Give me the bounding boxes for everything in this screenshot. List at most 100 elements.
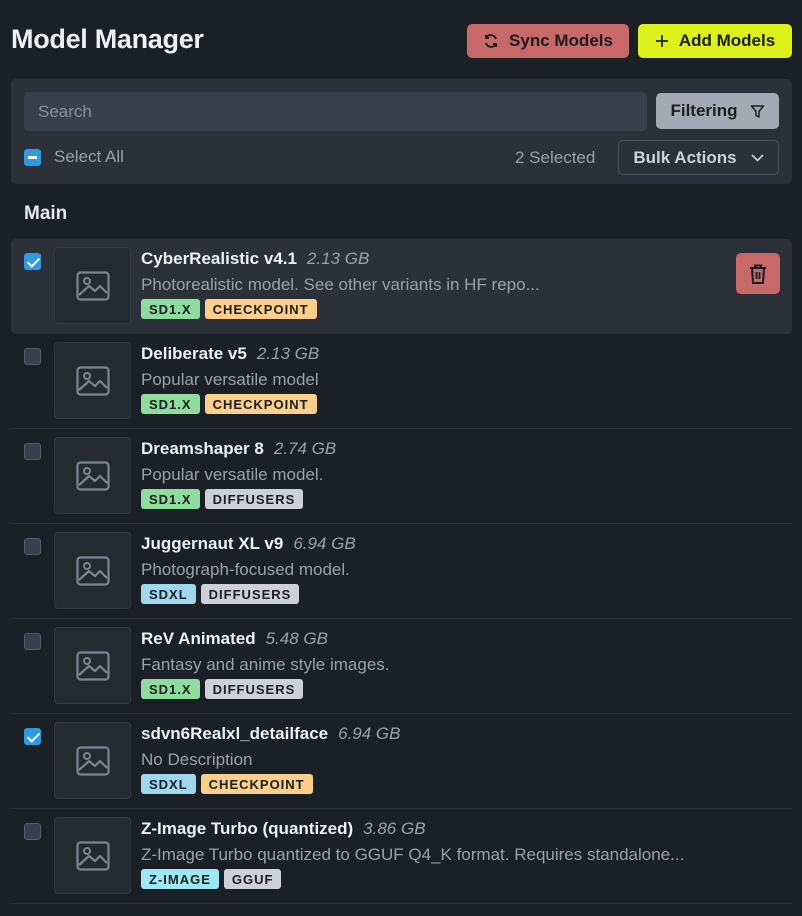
- model-name-line: Dreamshaper 8 2.74 GB: [141, 439, 741, 461]
- model-checkbox[interactable]: [24, 823, 41, 840]
- select-all-label: Select All: [54, 147, 124, 166]
- model-size: 6.94 GB: [293, 534, 356, 553]
- model-tag: CHECKPOINT: [200, 774, 313, 794]
- model-checkbox[interactable]: [24, 443, 41, 460]
- model-name-line: sdvn6Realxl_detailface 6.94 GB: [141, 724, 741, 746]
- model-tag: GGUF: [223, 869, 282, 889]
- model-checkbox[interactable]: [24, 348, 41, 365]
- model-thumbnail: [54, 627, 131, 704]
- model-size: 3.86 GB: [363, 819, 426, 838]
- bulk-actions-dropdown[interactable]: Bulk Actions: [618, 140, 779, 175]
- model-size: 2.13 GB: [256, 344, 320, 363]
- model-description: No Description: [141, 750, 253, 769]
- chevron-down-icon: [751, 153, 764, 162]
- model-tags: SD1.X DIFFUSERS: [141, 489, 741, 509]
- model-tag: SD1.X: [141, 394, 200, 414]
- model-name-line: Juggernaut XL v9 6.94 GB: [141, 534, 741, 556]
- model-row[interactable]: Dreamshaper 8 2.74 GB Popular versatile mo…: [11, 429, 792, 524]
- model-name: Z-Image Turbo (quantized): [141, 819, 354, 838]
- model-row[interactable]: CyberRealistic v4.1 2.13 GB Photorealistic…: [11, 239, 792, 334]
- model-size: 5.48 GB: [265, 629, 328, 648]
- model-row[interactable]: Juggernaut XL v9 6.94 GB Photograph-focuse…: [11, 524, 792, 619]
- model-size: 2.13 GB: [306, 249, 370, 268]
- model-tag: DIFFUSERS: [204, 489, 304, 509]
- section-title: Main: [24, 203, 68, 224]
- model-tags: SDXL DIFFUSERS: [141, 584, 741, 604]
- model-info: sdvn6Realxl_detailface 6.94 GB No Descript…: [141, 724, 741, 794]
- model-tag: Z-IMAGE: [141, 869, 219, 889]
- image-placeholder-icon: [75, 460, 110, 491]
- model-tag: CHECKPOINT: [204, 299, 317, 319]
- model-tag: DIFFUSERS: [200, 584, 300, 604]
- add-label: Add Models: [678, 31, 776, 50]
- model-name: ReV Animated: [141, 629, 256, 648]
- model-size: 2.74 GB: [273, 439, 337, 458]
- model-checkbox[interactable]: [24, 633, 41, 650]
- delete-model-button[interactable]: [736, 253, 780, 294]
- model-name: Juggernaut XL v9: [141, 534, 284, 553]
- model-description: Photograph-focused model.: [141, 560, 350, 579]
- model-name: Dreamshaper 8: [141, 439, 264, 458]
- model-tags: Z-IMAGE GGUF: [141, 869, 741, 889]
- filtering-label: Filtering: [670, 101, 738, 120]
- model-thumbnail: [54, 247, 131, 324]
- model-description: Popular versatile model: [141, 370, 319, 389]
- trash-icon: [750, 264, 766, 284]
- model-list: CyberRealistic v4.1 2.13 GB Photorealistic…: [11, 239, 792, 904]
- model-row[interactable]: ReV Animated 5.48 GB Fantasy and anime sty…: [11, 619, 792, 714]
- model-name-line: Z-Image Turbo (quantized) 3.86 GB: [141, 819, 741, 841]
- add-models-button[interactable]: Add Models: [638, 24, 792, 58]
- model-thumbnail: [54, 532, 131, 609]
- image-placeholder-icon: [75, 270, 110, 301]
- model-name: CyberRealistic v4.1: [141, 249, 297, 268]
- model-thumbnail: [54, 817, 131, 894]
- model-description: Fantasy and anime style images.: [141, 655, 390, 674]
- sync-models-button[interactable]: Sync Models: [467, 24, 629, 58]
- model-tag: SD1.X: [141, 679, 200, 699]
- sync-label: Sync Models: [509, 31, 613, 50]
- bulk-actions-label: Bulk Actions: [633, 147, 737, 167]
- model-info: Juggernaut XL v9 6.94 GB Photograph-focuse…: [141, 534, 741, 604]
- model-info: Dreamshaper 8 2.74 GB Popular versatile mo…: [141, 439, 741, 509]
- select-all[interactable]: Select All: [24, 147, 124, 167]
- model-name-line: ReV Animated 5.48 GB: [141, 629, 741, 651]
- model-thumbnail: [54, 722, 131, 799]
- image-placeholder-icon: [75, 365, 110, 396]
- model-row[interactable]: Deliberate v5 2.13 GB Popular versatile mo…: [11, 334, 792, 429]
- filtering-button[interactable]: Filtering: [656, 93, 779, 129]
- model-tag: SD1.X: [141, 489, 200, 509]
- model-checkbox[interactable]: [24, 538, 41, 555]
- select-all-checkbox[interactable]: [24, 148, 41, 166]
- model-row[interactable]: Z-Image Turbo (quantized) 3.86 GB Z-Image …: [11, 809, 792, 904]
- model-thumbnail: [54, 342, 131, 419]
- model-description: Z-Image Turbo quantized to GGUF Q4_K for…: [141, 845, 685, 864]
- model-description: Photorealistic model. See other variants…: [141, 275, 540, 294]
- toolbar: Filtering Select All 2 Selected Bulk Act…: [11, 79, 792, 184]
- plus-icon: [655, 35, 668, 47]
- model-name-line: Deliberate v5 2.13 GB: [141, 344, 741, 366]
- image-placeholder-icon: [75, 745, 110, 776]
- model-size: 6.94 GB: [338, 724, 401, 743]
- search-input[interactable]: [24, 92, 647, 131]
- model-checkbox[interactable]: [24, 253, 41, 270]
- model-info: Z-Image Turbo (quantized) 3.86 GB Z-Image …: [141, 819, 741, 889]
- model-info: Deliberate v5 2.13 GB Popular versatile mo…: [141, 344, 741, 414]
- model-description: Popular versatile model.: [141, 465, 324, 484]
- page-title: Model Manager: [11, 24, 204, 54]
- model-name: Deliberate v5: [141, 344, 247, 363]
- selected-count: 2 Selected: [515, 148, 596, 167]
- image-placeholder-icon: [75, 555, 110, 586]
- model-tags: SD1.X CHECKPOINT: [141, 299, 741, 319]
- image-placeholder-icon: [75, 650, 110, 681]
- model-thumbnail: [54, 437, 131, 514]
- model-info: CyberRealistic v4.1 2.13 GB Photorealistic…: [141, 249, 741, 319]
- model-name: sdvn6Realxl_detailface: [141, 724, 329, 743]
- model-tag: SDXL: [141, 584, 196, 604]
- model-row[interactable]: sdvn6Realxl_detailface 6.94 GB No Descript…: [11, 714, 792, 809]
- model-tags: SD1.X DIFFUSERS: [141, 679, 741, 699]
- model-tags: SD1.X CHECKPOINT: [141, 394, 741, 414]
- model-checkbox[interactable]: [24, 728, 41, 745]
- model-tag: SDXL: [141, 774, 196, 794]
- header: Model Manager Sync Models Add Models: [0, 0, 802, 80]
- model-tag: CHECKPOINT: [204, 394, 317, 414]
